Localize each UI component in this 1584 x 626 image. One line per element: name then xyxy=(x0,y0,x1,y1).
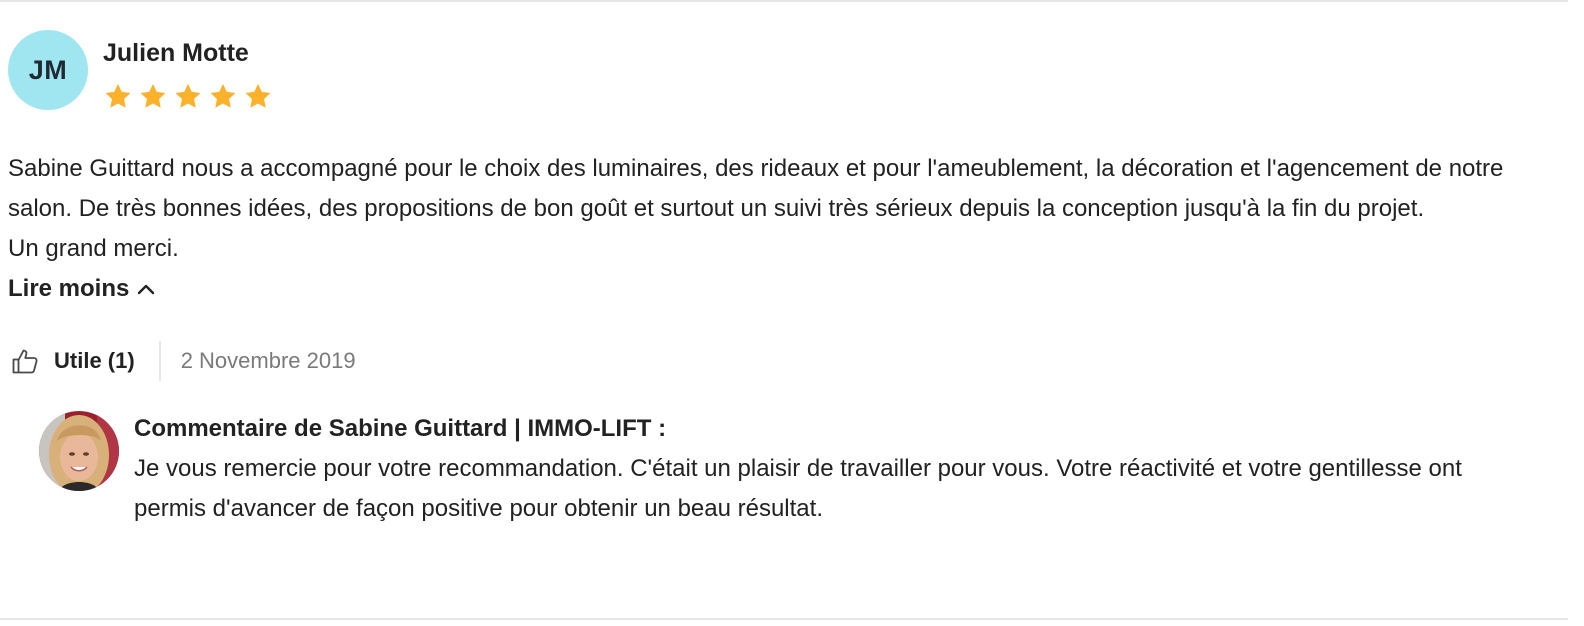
star-rating xyxy=(103,82,273,111)
read-less-label: Lire moins xyxy=(8,275,130,302)
reviewer-info: Julien Motte xyxy=(103,38,273,111)
reply-text: Je vous remercie pour votre recommandati… xyxy=(134,455,1462,522)
bottom-divider xyxy=(0,618,1568,620)
star-icon xyxy=(103,82,133,111)
reply-content: Commentaire de Sabine Guittard | IMMO-LI… xyxy=(134,413,1534,529)
top-divider xyxy=(0,0,1568,2)
review-card: JM Julien Motte Sabine Guittard nous a a… xyxy=(8,30,1568,529)
meta-divider xyxy=(158,341,161,381)
reviewer-avatar: JM xyxy=(8,30,88,110)
chevron-up-icon xyxy=(137,283,155,295)
owner-reply: Commentaire de Sabine Guittard | IMMO-LI… xyxy=(39,411,1568,529)
star-icon xyxy=(243,82,273,111)
review-text: Sabine Guittard nous a accompagné pour l… xyxy=(8,149,1538,309)
thumbs-up-icon xyxy=(11,347,39,375)
review-date: 2 Novembre 2019 xyxy=(180,348,356,373)
useful-label: Utile (1) xyxy=(54,348,135,373)
review-paragraph: Sabine Guittard nous a accompagné pour l… xyxy=(8,155,1504,222)
review-meta: Utile (1) 2 Novembre 2019 xyxy=(8,341,1568,381)
star-icon xyxy=(173,82,203,111)
review-paragraph: Un grand merci. xyxy=(8,235,179,262)
reviewer-name: Julien Motte xyxy=(103,39,249,67)
star-icon xyxy=(138,82,168,111)
review-header: JM Julien Motte xyxy=(8,30,1568,111)
reply-avatar xyxy=(39,411,119,491)
reply-title: Commentaire de Sabine Guittard | IMMO-LI… xyxy=(134,415,667,442)
read-less-button[interactable]: Lire moins xyxy=(8,269,155,309)
useful-button[interactable]: Utile (1) xyxy=(8,347,135,375)
star-icon xyxy=(208,82,238,111)
